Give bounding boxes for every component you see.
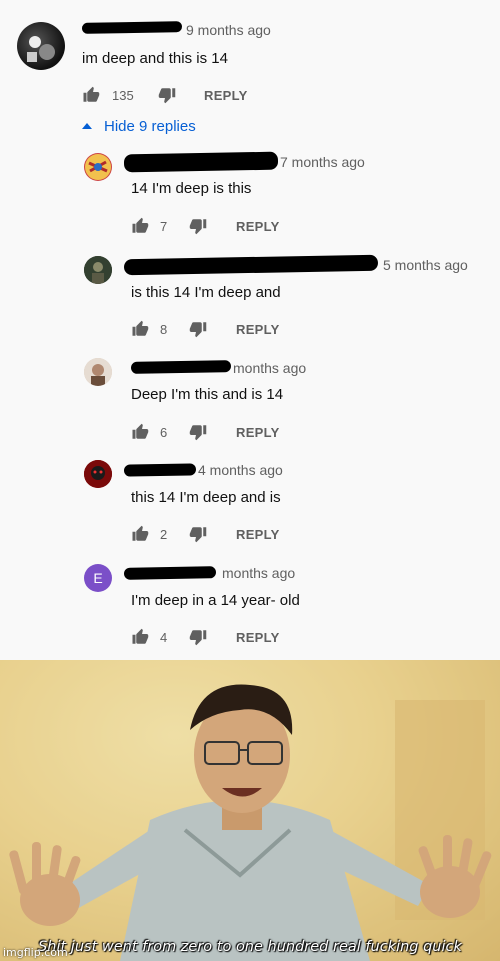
comment-text: 14 I'm deep is this (131, 180, 252, 197)
comment-actions: 135 REPLY (82, 86, 282, 106)
caret-up-icon (82, 123, 92, 129)
avatar-image (85, 154, 111, 180)
reply-button[interactable]: REPLY (236, 630, 280, 645)
redacted-author-name (123, 254, 379, 276)
comment-actions: 6 REPLY (131, 423, 331, 443)
reply-button[interactable]: REPLY (204, 88, 248, 103)
reply-button[interactable]: REPLY (236, 425, 280, 440)
comment-text: im deep and this is 14 (82, 50, 228, 67)
comment-timestamp[interactable]: months ago (233, 360, 306, 376)
reply-comment: 4 months ago this 14 I'm deep and is 2 R… (0, 452, 500, 552)
comment-timestamp[interactable]: 9 months ago (186, 22, 271, 38)
avatar-image (27, 36, 55, 62)
comment-text: I'm deep in a 14 year- old (131, 592, 300, 609)
thumb-up-icon[interactable] (131, 423, 149, 441)
thumb-up-icon[interactable] (131, 217, 149, 235)
avatar[interactable] (84, 460, 112, 488)
comment-actions: 7 REPLY (131, 217, 331, 237)
reply-button[interactable]: REPLY (236, 322, 280, 337)
reply-comment: 7 months ago 14 I'm deep is this 7 REPLY (0, 145, 500, 245)
thumb-up-icon[interactable] (131, 628, 149, 646)
thumb-down-icon[interactable] (189, 628, 207, 646)
hide-replies-toggle[interactable]: Hide 9 replies (82, 118, 196, 135)
redacted-author-name (81, 21, 183, 34)
avatar[interactable] (84, 358, 112, 386)
reply-comment: months ago Deep I'm this and is 14 6 REP… (0, 350, 500, 450)
redacted-author-name (123, 151, 279, 173)
imgflip-watermark: imgflip.com (3, 946, 68, 959)
redacted-author-name (130, 360, 232, 374)
redacted-author-name (123, 463, 197, 477)
like-count: 135 (112, 88, 134, 103)
comment-thread: 9 months ago im deep and this is 14 135 … (0, 0, 500, 660)
comment-actions: 2 REPLY (131, 525, 331, 545)
top-comment: 9 months ago im deep and this is 14 135 … (0, 0, 500, 110)
avatar-image (84, 460, 112, 488)
like-count: 2 (160, 527, 168, 542)
thumb-down-icon[interactable] (158, 86, 176, 104)
thumb-down-icon[interactable] (189, 423, 207, 441)
like-count: 8 (160, 322, 168, 337)
thumb-down-icon[interactable] (189, 320, 207, 338)
comment-actions: 8 REPLY (131, 320, 331, 340)
redacted-author-name (123, 566, 217, 580)
meme-image: Shit just went from zero to one hundred … (0, 660, 500, 961)
avatar[interactable] (84, 153, 112, 181)
thumb-up-icon[interactable] (82, 86, 100, 104)
comment-text: Deep I'm this and is 14 (131, 386, 284, 403)
reply-button[interactable]: REPLY (236, 527, 280, 542)
thumb-down-icon[interactable] (189, 217, 207, 235)
thumb-up-icon[interactable] (131, 320, 149, 338)
hide-replies-label: Hide 9 replies (104, 118, 196, 135)
avatar[interactable] (17, 22, 65, 70)
comment-actions: 4 REPLY (131, 628, 331, 648)
meme-caption: Shit just went from zero to one hundred … (38, 939, 462, 955)
comment-timestamp[interactable]: 7 months ago (280, 154, 365, 170)
meme-illustration (0, 660, 500, 961)
reply-button[interactable]: REPLY (236, 219, 280, 234)
thumb-up-icon[interactable] (131, 525, 149, 543)
avatar-image (84, 358, 112, 386)
comment-text: this 14 I'm deep and is (131, 489, 281, 506)
comment-timestamp[interactable]: months ago (222, 565, 295, 581)
avatar-letter[interactable]: E (84, 564, 112, 592)
comment-timestamp[interactable]: 5 months ago (383, 257, 468, 273)
comment-timestamp[interactable]: 4 months ago (198, 462, 283, 478)
thumb-down-icon[interactable] (189, 525, 207, 543)
like-count: 7 (160, 219, 168, 234)
avatar[interactable] (84, 256, 112, 284)
like-count: 4 (160, 630, 168, 645)
reply-comment: E months ago I'm deep in a 14 year- old … (0, 555, 500, 655)
like-count: 6 (160, 425, 168, 440)
avatar-image (84, 256, 112, 284)
comment-text: is this 14 I'm deep and (131, 284, 281, 301)
reply-comment: 5 months ago is this 14 I'm deep and 8 R… (0, 248, 500, 348)
